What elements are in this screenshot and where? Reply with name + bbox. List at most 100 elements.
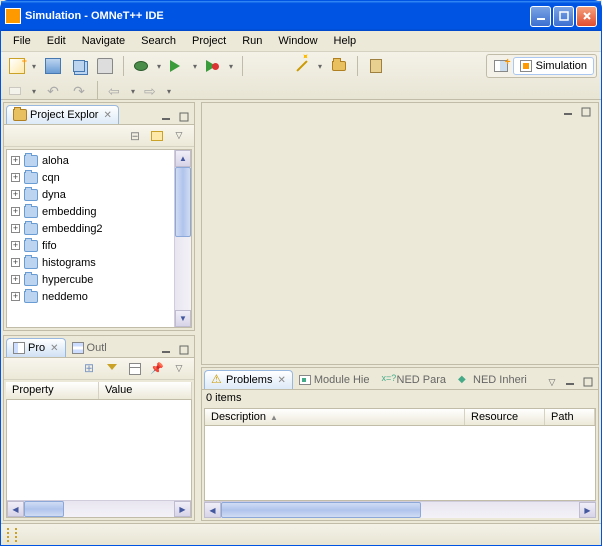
print-button[interactable] <box>93 55 117 77</box>
minimize-view-button[interactable] <box>562 375 578 389</box>
scroll-right-button[interactable]: ▶ <box>579 502 596 518</box>
tree-item[interactable]: +hypercube <box>7 271 174 288</box>
tree-item[interactable]: +cqn <box>7 169 174 186</box>
scroll-left-button[interactable]: ◀ <box>7 501 24 517</box>
pin-button[interactable]: 📌 <box>148 360 166 378</box>
tree-item[interactable]: + neddemo <box>7 288 174 305</box>
collapse-all-button[interactable]: ⊟ <box>126 127 144 145</box>
new-button[interactable] <box>5 55 39 77</box>
scroll-thumb[interactable] <box>221 502 421 518</box>
show-categories-button[interactable] <box>82 360 100 378</box>
menu-run[interactable]: Run <box>234 33 270 49</box>
close-icon[interactable]: ✕ <box>50 343 58 354</box>
view-menu-button[interactable]: ▽ <box>170 127 188 145</box>
minimize-editor-button[interactable] <box>560 105 576 119</box>
maximize-button[interactable] <box>553 6 574 27</box>
menu-file[interactable]: File <box>5 33 39 49</box>
show-advanced-button[interactable] <box>126 360 144 378</box>
debug-button[interactable] <box>130 55 164 77</box>
expand-icon[interactable]: + <box>11 275 20 284</box>
tab-outline[interactable]: Outl <box>66 339 113 357</box>
wand-button[interactable] <box>291 55 325 77</box>
maximize-view-button[interactable] <box>176 110 192 124</box>
scroll-down-button[interactable]: ▼ <box>175 310 191 327</box>
menu-bar: File Edit Navigate Search Project Run Wi… <box>1 31 601 52</box>
scroll-right-button[interactable]: ▶ <box>174 501 191 517</box>
filter-button[interactable] <box>104 360 122 378</box>
perspective-simulation[interactable]: Simulation <box>513 57 594 75</box>
tree-item[interactable]: +histograms <box>7 254 174 271</box>
scroll-up-button[interactable]: ▲ <box>175 150 191 167</box>
save-button[interactable] <box>41 55 65 77</box>
tree-item[interactable]: +dyna <box>7 186 174 203</box>
scroll-thumb[interactable] <box>24 501 64 517</box>
maximize-view-button[interactable] <box>580 375 596 389</box>
expand-icon[interactable]: + <box>11 224 20 233</box>
back-button[interactable]: ⇦ <box>104 80 138 102</box>
help-book-button[interactable] <box>364 55 388 77</box>
problems-icon <box>211 374 223 386</box>
nav-next-button[interactable]: ↷ <box>67 80 91 102</box>
horizontal-scrollbar[interactable]: ◀ ▶ <box>204 501 596 518</box>
minimize-view-button[interactable] <box>158 110 174 124</box>
close-icon[interactable]: ✕ <box>277 375 285 386</box>
expand-icon[interactable]: + <box>11 292 20 301</box>
column-property[interactable]: Property <box>6 382 99 399</box>
run-button[interactable] <box>166 55 200 77</box>
nav-prev-button[interactable]: ↶ <box>41 80 65 102</box>
run-ext-button[interactable] <box>202 55 236 77</box>
forward-button[interactable]: ⇨ <box>140 80 174 102</box>
menu-help[interactable]: Help <box>326 33 365 49</box>
column-description[interactable]: Description▲ <box>205 409 465 425</box>
expand-icon[interactable]: + <box>11 258 20 267</box>
tree-item[interactable]: +fifo <box>7 237 174 254</box>
open-folder-button[interactable] <box>327 55 351 77</box>
minimize-button[interactable] <box>530 6 551 27</box>
menu-search[interactable]: Search <box>133 33 184 49</box>
tree-item[interactable]: +embedding2 <box>7 220 174 237</box>
maximize-editor-button[interactable] <box>578 105 594 119</box>
tab-label: Pro <box>28 342 45 354</box>
tab-ned-parameters[interactable]: NED Para <box>376 371 453 389</box>
tab-properties[interactable]: Pro ✕ <box>6 338 66 357</box>
project-tree[interactable]: +aloha +cqn +dyna +embedding +embedding2… <box>7 150 174 327</box>
expand-icon[interactable]: + <box>11 173 20 182</box>
tree-label: neddemo <box>42 291 88 303</box>
expand-icon[interactable]: + <box>11 207 20 216</box>
tab-module-hierarchy[interactable]: Module Hie <box>293 371 376 389</box>
expand-icon[interactable]: + <box>11 190 20 199</box>
properties-view: Pro ✕ Outl 📌 ▽ <box>3 335 195 521</box>
expand-icon[interactable]: + <box>11 156 20 165</box>
column-resource[interactable]: Resource <box>465 409 545 425</box>
tree-icon <box>84 363 98 375</box>
menu-edit[interactable]: Edit <box>39 33 74 49</box>
save-all-button[interactable] <box>67 55 91 77</box>
link-editor-button[interactable] <box>148 127 166 145</box>
horizontal-scrollbar[interactable]: ◀ ▶ <box>7 500 191 517</box>
tab-project-explorer[interactable]: Project Explor ✕ <box>6 105 119 124</box>
column-value[interactable]: Value <box>99 382 192 399</box>
minimize-view-button[interactable] <box>158 343 174 357</box>
close-button[interactable] <box>576 6 597 27</box>
view-menu-button[interactable]: ▽ <box>544 375 560 389</box>
perspective-label: Simulation <box>536 60 587 72</box>
tree-item[interactable]: +aloha <box>7 152 174 169</box>
menu-navigate[interactable]: Navigate <box>74 33 133 49</box>
toolbar-separator <box>97 81 98 101</box>
tab-problems[interactable]: Problems ✕ <box>204 370 293 389</box>
column-path[interactable]: Path <box>545 409 595 425</box>
vertical-scrollbar[interactable]: ▲ ▼ <box>174 150 191 327</box>
maximize-view-button[interactable] <box>176 343 192 357</box>
expand-icon[interactable]: + <box>11 241 20 250</box>
tab-ned-inheritance[interactable]: NED Inheri <box>452 371 533 389</box>
menu-project[interactable]: Project <box>184 33 234 49</box>
scroll-left-button[interactable]: ◀ <box>204 502 221 518</box>
open-perspective-button[interactable] <box>489 55 513 77</box>
save-all-icon <box>73 60 85 72</box>
nav-window-button[interactable] <box>5 80 39 102</box>
scroll-thumb[interactable] <box>175 167 191 237</box>
close-icon[interactable]: ✕ <box>103 110 111 121</box>
view-menu-button[interactable]: ▽ <box>170 360 188 378</box>
menu-window[interactable]: Window <box>270 33 325 49</box>
tree-item[interactable]: +embedding <box>7 203 174 220</box>
